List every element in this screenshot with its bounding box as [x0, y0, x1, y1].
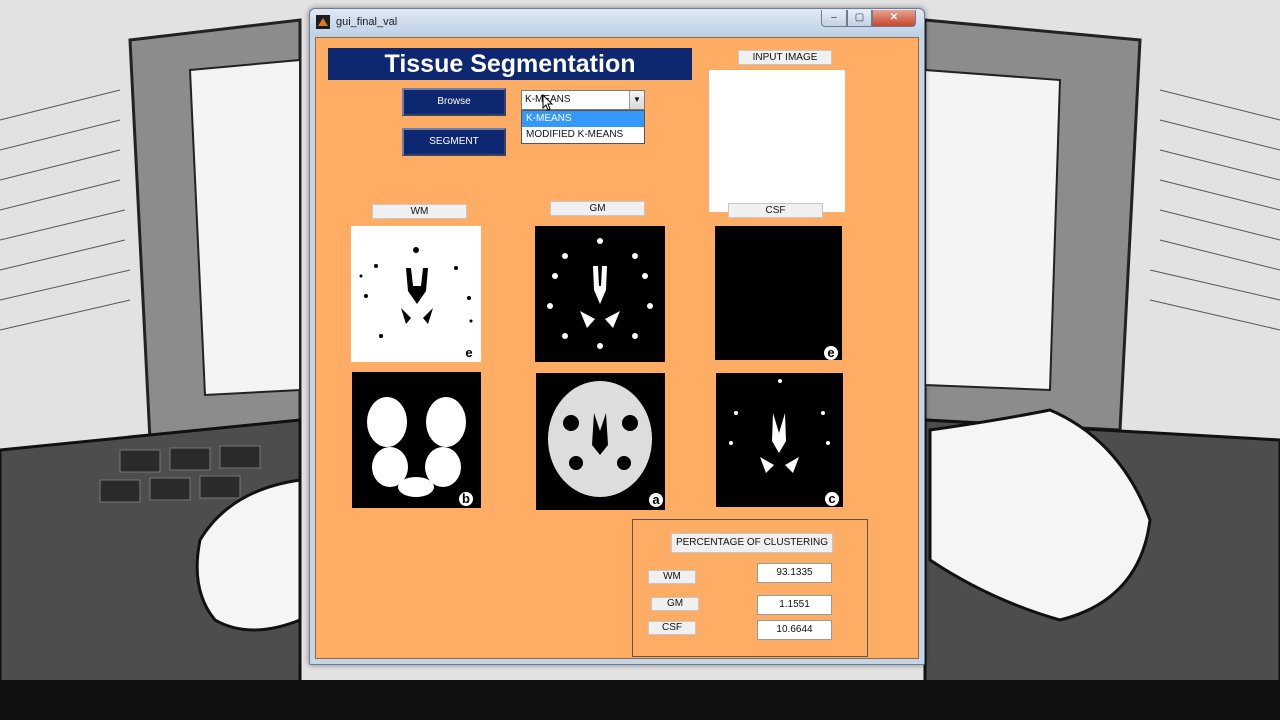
panel-tag-wm-1: e [462, 346, 476, 360]
mouse-cursor-icon [542, 94, 554, 111]
wm-label: WM [372, 204, 467, 219]
result-label-gm: GM [651, 597, 699, 611]
results-title: PERCENTAGE OF CLUSTERING [671, 533, 833, 553]
wm-kmeans-axes [351, 226, 481, 362]
input-image-axes [709, 70, 845, 212]
csf-kmeans-axes [715, 226, 842, 360]
csf-reference-image [716, 373, 843, 507]
dropdown-option-kmeans[interactable]: K-MEANS [522, 111, 644, 127]
chevron-down-icon[interactable]: ▼ [629, 91, 644, 109]
panel-tag-gm-2: a [649, 493, 663, 507]
wm-reference-image [352, 372, 481, 508]
panel-tag-csf-2: c [825, 492, 839, 506]
close-button[interactable]: ✕ [872, 10, 916, 27]
result-value-wm[interactable]: 93.1335 [757, 563, 832, 583]
browse-button[interactable]: Browse [402, 88, 506, 116]
minimize-button[interactable]: – [821, 10, 847, 27]
matlab-figure-window: gui_final_val – ▢ ✕ Tissue Segmentation … [309, 8, 925, 665]
panel-tag-csf-1: e [824, 346, 838, 360]
gm-mask-image [535, 226, 665, 362]
window-titlebar[interactable]: gui_final_val – ▢ ✕ [310, 9, 924, 37]
csf-label: CSF [728, 203, 823, 218]
method-select[interactable]: K-MEANS ▼ [521, 90, 645, 110]
method-dropdown-list: K-MEANS MODIFIED K-MEANS [521, 110, 645, 144]
result-label-wm: WM [648, 570, 696, 584]
result-value-csf[interactable]: 10.6644 [757, 620, 832, 640]
csf-reference-axes [716, 373, 843, 507]
wm-mask-image [351, 226, 481, 362]
gm-reference-image [536, 373, 665, 510]
panel-tag-wm-2: b [459, 492, 473, 506]
dropdown-option-modified-kmeans[interactable]: MODIFIED K-MEANS [522, 127, 644, 143]
input-image-label: INPUT IMAGE [738, 50, 832, 65]
result-label-csf: CSF [648, 621, 696, 635]
window-title: gui_final_val [336, 16, 398, 28]
gm-kmeans-axes [535, 226, 665, 362]
csf-mask-image [715, 226, 842, 360]
wm-reference-axes [352, 372, 481, 508]
maximize-button[interactable]: ▢ [847, 10, 872, 27]
page-title: Tissue Segmentation [328, 48, 692, 80]
figure-canvas: Tissue Segmentation Browse SEGMENT K-MEA… [315, 37, 919, 659]
segment-button[interactable]: SEGMENT [402, 128, 506, 156]
gm-reference-axes [536, 373, 665, 510]
result-value-gm[interactable]: 1.1551 [757, 595, 832, 615]
matlab-app-icon [316, 15, 330, 29]
clustering-results-panel: PERCENTAGE OF CLUSTERING WM 93.1335 GM 1… [632, 519, 868, 657]
gm-label: GM [550, 201, 645, 216]
